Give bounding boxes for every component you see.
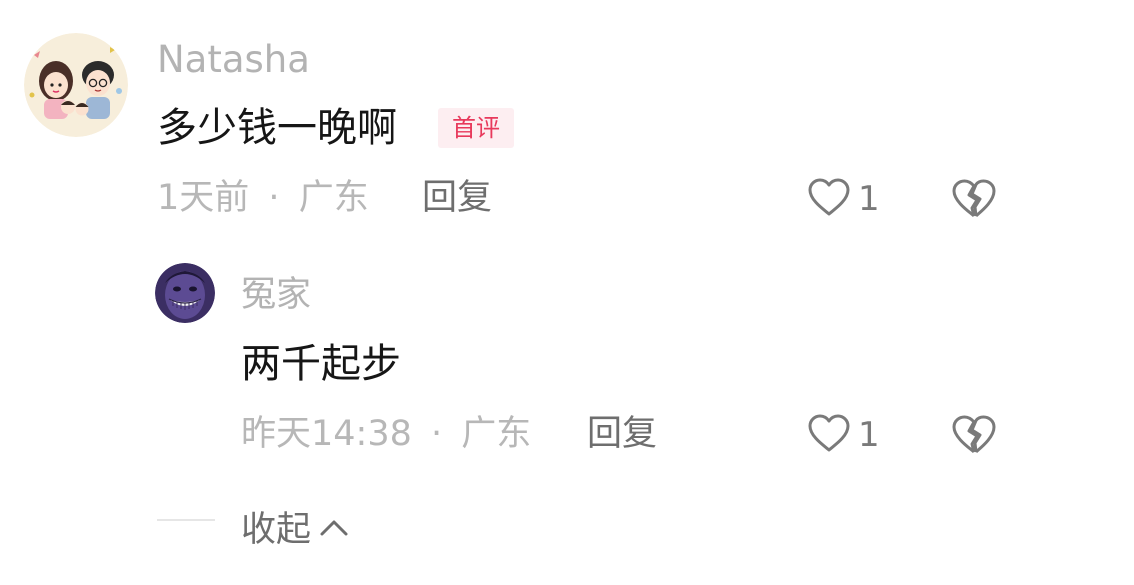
reply-username[interactable]: 冤家 bbox=[241, 278, 311, 313]
first-comment-badge: 首评 bbox=[438, 108, 514, 148]
comment-meta: 1天前 · 广东 bbox=[157, 181, 369, 216]
comment-location: 广东 bbox=[298, 178, 369, 218]
collapse-divider bbox=[157, 519, 215, 521]
comment-username[interactable]: Natasha bbox=[157, 41, 310, 78]
collapse-label: 收起 bbox=[241, 510, 312, 550]
grin-avatar-image bbox=[155, 263, 215, 323]
reply-text: 两千起步 bbox=[241, 341, 401, 387]
reply-location: 广东 bbox=[461, 414, 532, 454]
broken-heart-icon bbox=[950, 179, 998, 224]
chevron-up-icon bbox=[319, 507, 349, 547]
heart-outline-icon bbox=[806, 412, 852, 458]
meta-separator: · bbox=[431, 414, 443, 454]
like-count: 1 bbox=[858, 415, 880, 455]
like-button[interactable]: 1 bbox=[806, 176, 880, 222]
collapse-replies-button[interactable]: 收起 bbox=[241, 501, 349, 552]
heart-outline-icon bbox=[806, 176, 852, 222]
dislike-button[interactable] bbox=[950, 176, 998, 224]
reply-meta: 昨天14:38 · 广东 bbox=[241, 417, 531, 452]
broken-heart-icon bbox=[950, 415, 998, 460]
like-button[interactable]: 1 bbox=[806, 412, 880, 458]
meta-separator: · bbox=[268, 178, 280, 218]
dislike-button[interactable] bbox=[950, 412, 998, 460]
comment-text: 多少钱一晚啊 bbox=[157, 105, 397, 151]
comment-time: 1天前 bbox=[157, 178, 250, 218]
reply-button[interactable]: 回复 bbox=[422, 181, 492, 216]
avatar[interactable] bbox=[155, 263, 215, 323]
avatar[interactable] bbox=[24, 33, 128, 137]
reply-time: 昨天14:38 bbox=[241, 414, 412, 454]
couple-avatar-image bbox=[24, 33, 128, 137]
like-count: 1 bbox=[858, 179, 880, 219]
reply-button[interactable]: 回复 bbox=[587, 417, 657, 452]
